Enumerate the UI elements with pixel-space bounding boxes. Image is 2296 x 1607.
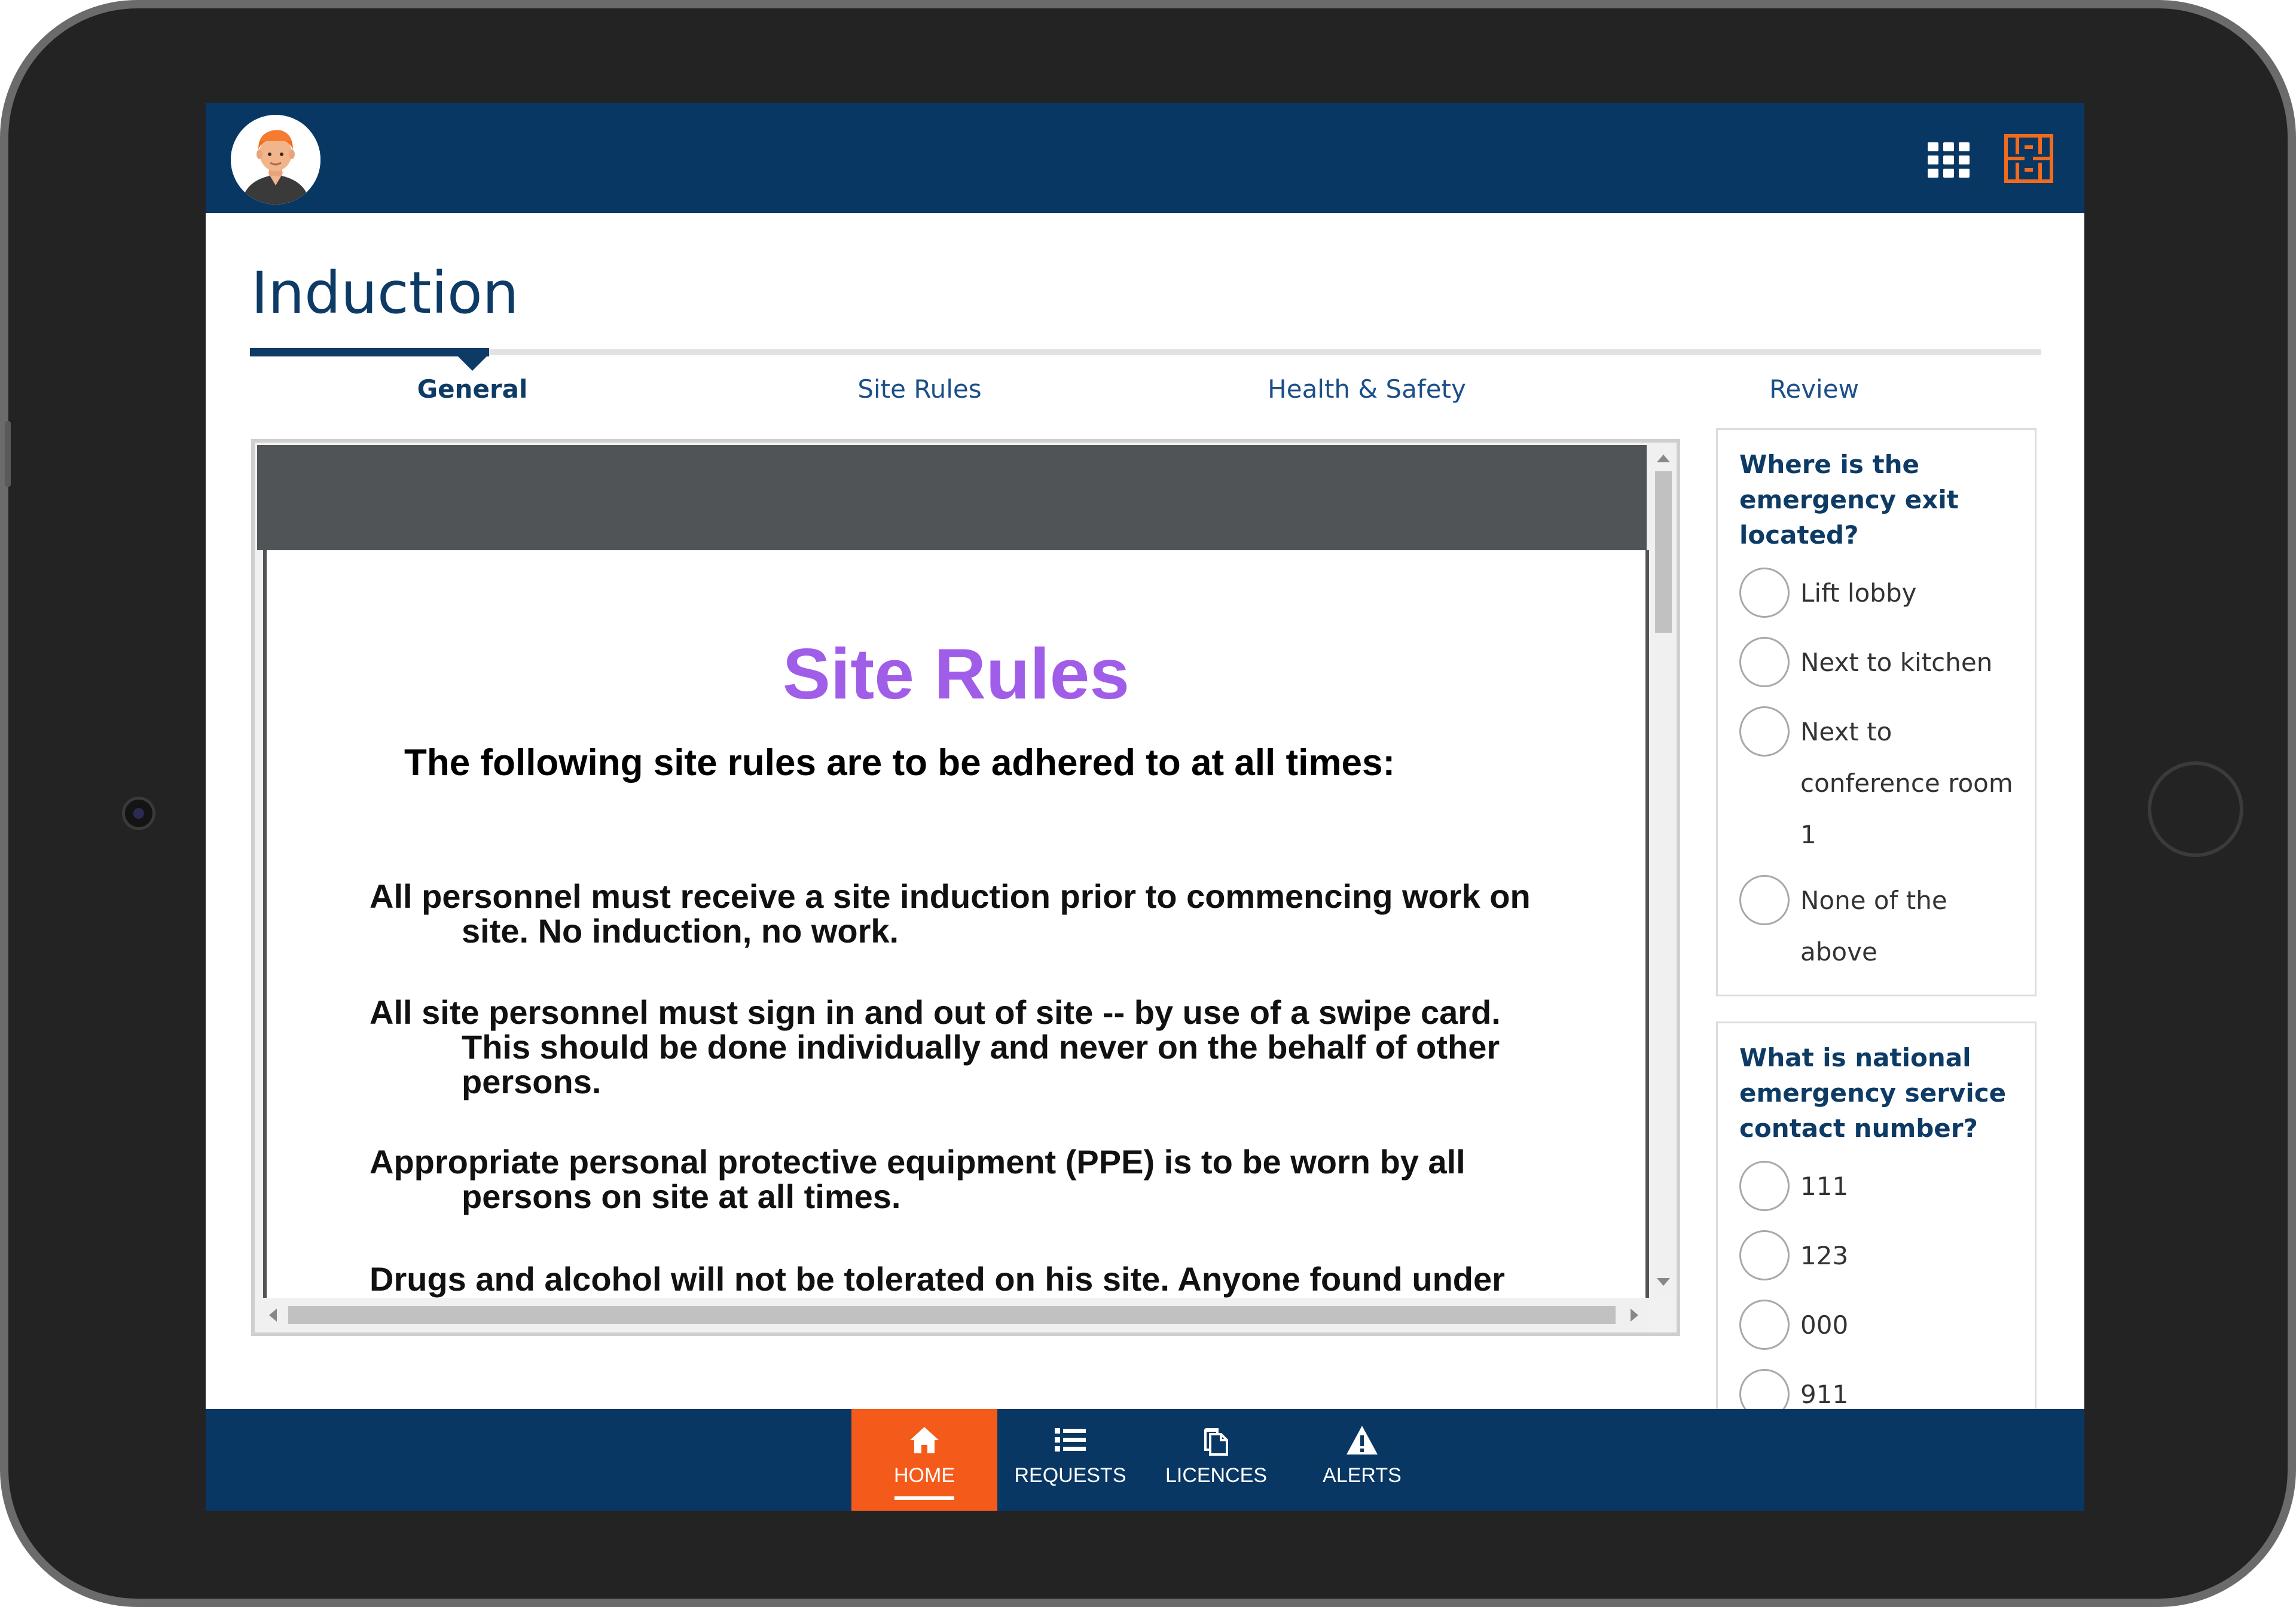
question-text: What is national emergency service conta… (1739, 1043, 2007, 1143)
document-rule: All personnel must receive a site induct… (370, 879, 1595, 949)
question-text: Where is the emergency exit located? (1739, 450, 1959, 550)
left-side-button (5, 421, 11, 487)
scroll-up-arrow-icon[interactable] (1657, 455, 1670, 462)
nav-home[interactable]: HOME (851, 1409, 997, 1511)
vertical-scroll-thumb[interactable] (1655, 471, 1672, 633)
radio-button[interactable] (1739, 706, 1790, 757)
nav-alerts-label: ALERTS (1323, 1464, 1402, 1487)
tab-general[interactable]: General (305, 374, 640, 404)
radio-button[interactable] (1739, 568, 1790, 618)
stepper-progress (250, 348, 489, 356)
home-hardware-button[interactable] (2148, 761, 2243, 857)
rule-text: persons on site at all times. (462, 1178, 901, 1215)
rule-text: Drugs and alcohol will not be tolerated … (370, 1260, 1505, 1298)
document-page: Site Rules The following site rules are … (263, 550, 1649, 1298)
app-screen: Induction General Site Rules Health & Sa… (206, 103, 2084, 1511)
nav-active-indicator (894, 1496, 954, 1500)
radio-button[interactable] (1739, 875, 1790, 925)
horizontal-scrollbar[interactable] (257, 1300, 1650, 1330)
document-rule: Drugs and alcohol will not be tolerated … (370, 1262, 1595, 1297)
nav-licences[interactable]: LICENCES (1143, 1409, 1289, 1511)
scroll-right-arrow-icon[interactable] (1631, 1309, 1638, 1322)
document-viewer-toolbar (257, 445, 1647, 550)
answer-label: Next to conference room 1 (1800, 717, 2013, 849)
copy-documents-icon (1204, 1428, 1228, 1456)
tab-site-rules[interactable]: Site Rules (752, 374, 1087, 404)
brand-logo-icon[interactable] (2004, 134, 2053, 183)
answer-label: Lift lobby (1800, 578, 1917, 608)
document-rule: All site personnel must sign in and out … (370, 995, 1595, 1099)
radio-button[interactable] (1739, 1161, 1790, 1211)
rule-text: All personnel must receive a site induct… (370, 877, 1531, 915)
rule-text: persons. (462, 1063, 602, 1100)
vertical-scrollbar[interactable] (1650, 443, 1677, 1298)
stepper-active-marker (456, 354, 489, 371)
scroll-left-arrow-icon[interactable] (269, 1309, 277, 1322)
answer-label: 123 (1800, 1241, 1849, 1270)
radio-button[interactable] (1739, 637, 1790, 687)
home-icon (910, 1427, 939, 1453)
rule-text: This should be done individually and nev… (462, 1028, 1500, 1066)
radio-button[interactable] (1739, 1300, 1790, 1350)
answer-label: 000 (1800, 1310, 1849, 1340)
grid-apps-icon[interactable] (1928, 142, 1970, 178)
stepper-track (250, 349, 2041, 355)
question-card: Where is the emergency exit located? Lif… (1716, 428, 2037, 996)
answer-label: None of the above (1800, 886, 1947, 966)
tab-review[interactable]: Review (1647, 374, 1981, 404)
front-camera (122, 797, 155, 830)
document-rule: Appropriate personal protective equipmen… (370, 1145, 1595, 1214)
document-title: Site Rules (782, 634, 1130, 714)
nav-licences-label: LICENCES (1165, 1464, 1268, 1487)
nav-requests[interactable]: REQUESTS (997, 1409, 1143, 1511)
list-icon (1055, 1428, 1086, 1452)
top-bar (206, 103, 2084, 213)
radio-button[interactable] (1739, 1230, 1790, 1280)
bottom-navigation: HOME REQUESTS LICENCES ALERTS (206, 1409, 2084, 1511)
nav-home-label: HOME (894, 1464, 955, 1487)
document-subtitle: The following site rules are to be adher… (404, 742, 1396, 783)
nav-alerts[interactable]: ALERTS (1289, 1409, 1435, 1511)
answer-label: Next to kitchen (1800, 648, 1993, 677)
rule-text: site. No induction, no work. (462, 912, 899, 950)
scroll-down-arrow-icon[interactable] (1657, 1278, 1670, 1286)
rule-text: Appropriate personal protective equipmen… (370, 1143, 1465, 1181)
tab-health-safety[interactable]: Health & Safety (1199, 374, 1534, 404)
warning-icon (1347, 1426, 1378, 1454)
user-avatar[interactable] (231, 115, 320, 205)
nav-requests-label: REQUESTS (1014, 1464, 1126, 1487)
question-card: What is national emergency service conta… (1716, 1021, 2037, 1440)
avatar-icon (231, 115, 320, 205)
document-viewer[interactable]: Site Rules The following site rules are … (251, 439, 1680, 1336)
rule-text: All site personnel must sign in and out … (370, 993, 1501, 1031)
answer-label: 111 (1800, 1172, 1849, 1201)
page-title: Induction (251, 260, 519, 327)
horizontal-scroll-thumb[interactable] (288, 1306, 1616, 1324)
